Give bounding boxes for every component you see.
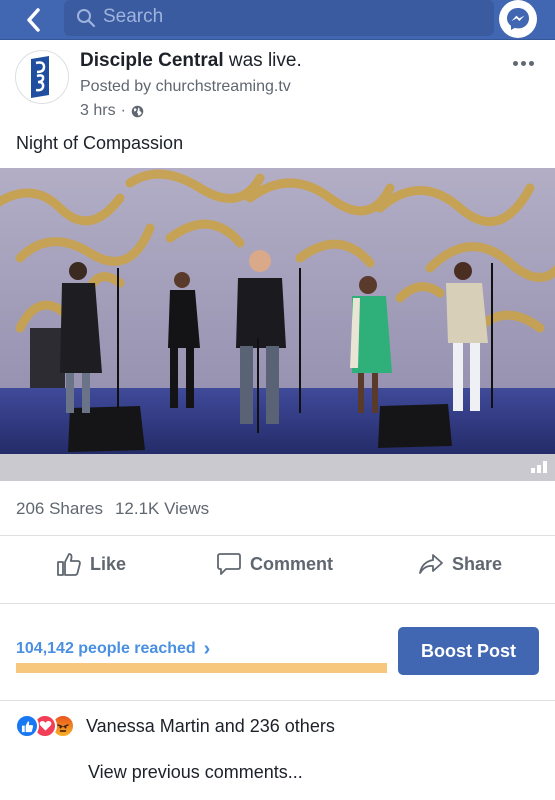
reaction-icons[interactable] xyxy=(15,714,75,738)
share-arrow-icon xyxy=(419,554,443,574)
post-time[interactable]: 3 hrs xyxy=(80,102,116,120)
post-title: Disciple Central was live. xyxy=(80,50,302,72)
page-avatar[interactable] xyxy=(15,50,69,104)
post-stats: 206 Shares 12.1K Views xyxy=(16,499,209,519)
post-text: Night of Compassion xyxy=(16,133,184,153)
share-label: Share xyxy=(452,553,503,574)
chevron-right-icon: › xyxy=(203,638,211,660)
more-dot-icon xyxy=(513,60,518,66)
comment-icon xyxy=(217,553,241,575)
search-field[interactable]: Search xyxy=(64,0,494,36)
views-count: 12.1K Views xyxy=(114,499,210,518)
video-quality-icon[interactable] xyxy=(531,459,547,473)
divider xyxy=(0,700,555,701)
search-placeholder: Search xyxy=(103,6,164,27)
shares-count[interactable]: 206 Shares xyxy=(16,499,103,518)
comment-label: Comment xyxy=(250,553,334,574)
chevron-left-icon xyxy=(27,8,40,32)
like-button[interactable]: Like xyxy=(56,536,126,592)
post-action-text: was live. xyxy=(223,50,302,71)
like-icon xyxy=(15,714,39,738)
post-time-row: 3 hrs · xyxy=(80,102,144,120)
post-options-button[interactable] xyxy=(513,58,543,68)
post-actions-bar: Like Comment Share xyxy=(0,536,555,592)
boost-post-button[interactable]: Boost Post xyxy=(398,627,539,675)
share-button[interactable]: Share xyxy=(418,536,502,592)
view-previous-comments-link[interactable]: View previous comments... xyxy=(88,762,303,783)
back-button[interactable] xyxy=(18,6,48,34)
reactions-summary[interactable]: Vanessa Martin and 236 others xyxy=(86,716,335,737)
people-reached-link[interactable]: 104,142 people reached › xyxy=(16,638,211,660)
thumbs-up-icon xyxy=(57,553,81,576)
divider xyxy=(0,603,555,604)
live-video-player[interactable] xyxy=(0,168,555,481)
video-thumbnail xyxy=(0,168,555,481)
top-navigation-bar: Search xyxy=(0,0,555,40)
globe-icon xyxy=(131,105,144,117)
messenger-icon xyxy=(507,8,529,30)
people-reached-text: 104,142 people reached xyxy=(16,640,196,657)
comment-button[interactable]: Comment xyxy=(216,536,333,592)
post-header: Disciple Central was live. Posted by chu… xyxy=(0,40,555,120)
search-icon xyxy=(77,9,96,28)
like-label: Like xyxy=(90,553,127,574)
reach-progress-bar xyxy=(16,663,387,673)
more-dot-icon xyxy=(521,60,526,66)
more-dot-icon xyxy=(529,60,534,66)
messenger-button[interactable] xyxy=(499,0,537,38)
time-separator: · xyxy=(120,102,126,119)
page-name-link[interactable]: Disciple Central xyxy=(80,50,224,71)
disciple-central-logo xyxy=(31,56,49,98)
posted-by: Posted by churchstreaming.tv xyxy=(80,78,291,95)
